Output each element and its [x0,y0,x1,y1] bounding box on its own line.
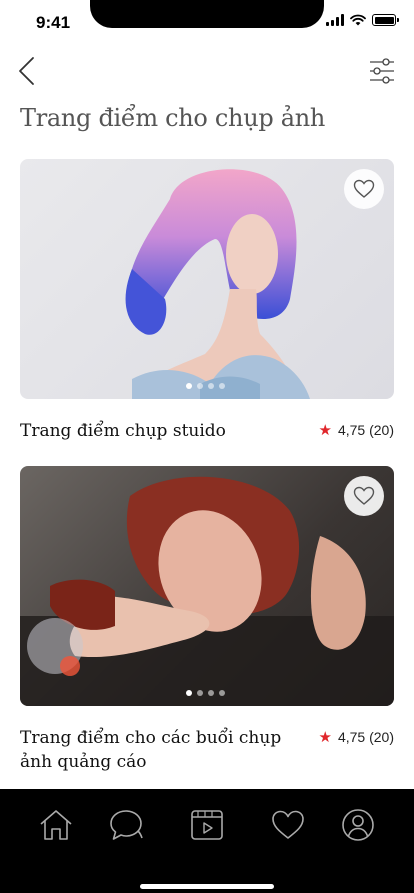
heart-outline-icon [353,486,375,505]
favorite-button[interactable] [344,476,384,516]
status-bar: 9:41 [0,0,414,44]
carousel-dot[interactable] [186,690,192,696]
signal-icon [326,14,344,26]
star-icon: ★ [318,729,332,746]
nav-chat[interactable] [108,807,144,843]
video-icon [191,810,223,840]
battery-icon [372,14,399,26]
rating: ★ 4,75 (20) [319,421,395,439]
home-indicator[interactable] [140,884,274,889]
carousel-dot[interactable] [186,383,192,389]
wifi-icon [350,14,366,26]
rating: ★ 4,75 (20) [319,728,395,746]
carousel-dots[interactable] [186,383,225,389]
nav-profile[interactable] [340,807,376,843]
filter-button[interactable] [366,56,398,86]
card-photo[interactable] [20,159,394,399]
service-card[interactable]: Trang điểm cho các buổi chụp ảnh quảng c… [20,466,394,774]
chevron-left-icon [19,57,34,85]
service-card[interactable]: Trang điểm chụp stuido ★ 4,75 (20) [20,159,394,443]
model-photo [125,169,310,399]
bottom-nav [0,789,414,893]
back-button[interactable] [14,56,42,86]
chat-icon [110,810,143,840]
device-notch [90,0,324,28]
status-icons [326,14,399,26]
card-title[interactable]: Trang điểm chụp stuido [20,419,290,443]
favorite-button[interactable] [344,169,384,209]
sliders-icon [370,58,394,84]
status-time: 9:41 [36,13,71,32]
carousel-dot[interactable] [208,690,214,696]
nav-home[interactable] [38,807,74,843]
home-icon [40,810,72,840]
nav-video[interactable] [189,807,225,843]
profile-icon [342,809,374,841]
carousel-dot[interactable] [197,690,203,696]
carousel-dot[interactable] [219,383,225,389]
heart-icon [272,810,304,839]
card-title[interactable]: Trang điểm cho các buổi chụp ảnh quảng c… [20,726,290,774]
card-info: Trang điểm cho các buổi chụp ảnh quảng c… [20,726,394,774]
carousel-dot[interactable] [197,383,203,389]
carousel-dot[interactable] [219,690,225,696]
card-photo[interactable] [20,466,394,706]
rating-value: 4,75 (20) [337,729,394,745]
card-info: Trang điểm chụp stuido ★ 4,75 (20) [20,419,394,443]
heart-outline-icon [353,179,375,198]
rating-value: 4,75 (20) [337,422,394,438]
model-photo [20,476,394,706]
star-icon: ★ [318,422,332,439]
nav-favorites[interactable] [270,807,306,843]
carousel-dots[interactable] [186,690,225,696]
page-title: Trang điểm cho chụp ảnh [20,104,326,132]
carousel-dot[interactable] [208,383,214,389]
